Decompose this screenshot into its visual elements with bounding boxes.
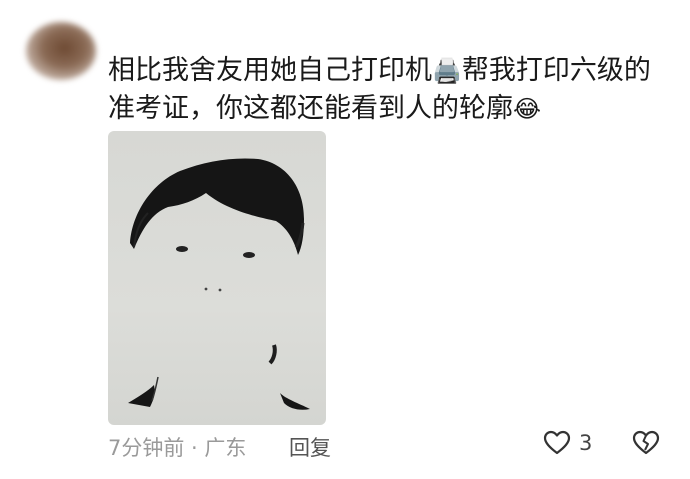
comment-image[interactable] (108, 131, 326, 425)
comment-text-part1: 相比我舍友用她自己打印机 (108, 55, 432, 86)
printer-emoji-icon: 🖨️ (432, 57, 462, 85)
laughing-crying-emoji-icon: 😂 (513, 95, 542, 123)
comment-time-location: 7分钟前 · 广东 (108, 436, 247, 460)
dislike-button[interactable] (632, 430, 660, 460)
user-avatar[interactable] (26, 22, 96, 80)
reply-button[interactable]: 回复 (289, 432, 331, 462)
comment-text: 相比我舍友用她自己打印机🖨️帮我打印六级的准考证，你这都还能看到人的轮廓😂 (108, 52, 668, 128)
broken-heart-icon[interactable] (632, 430, 660, 456)
like-count: 3 (579, 431, 593, 455)
heart-outline-icon[interactable] (543, 430, 571, 456)
like-button[interactable]: 3 (543, 430, 592, 456)
